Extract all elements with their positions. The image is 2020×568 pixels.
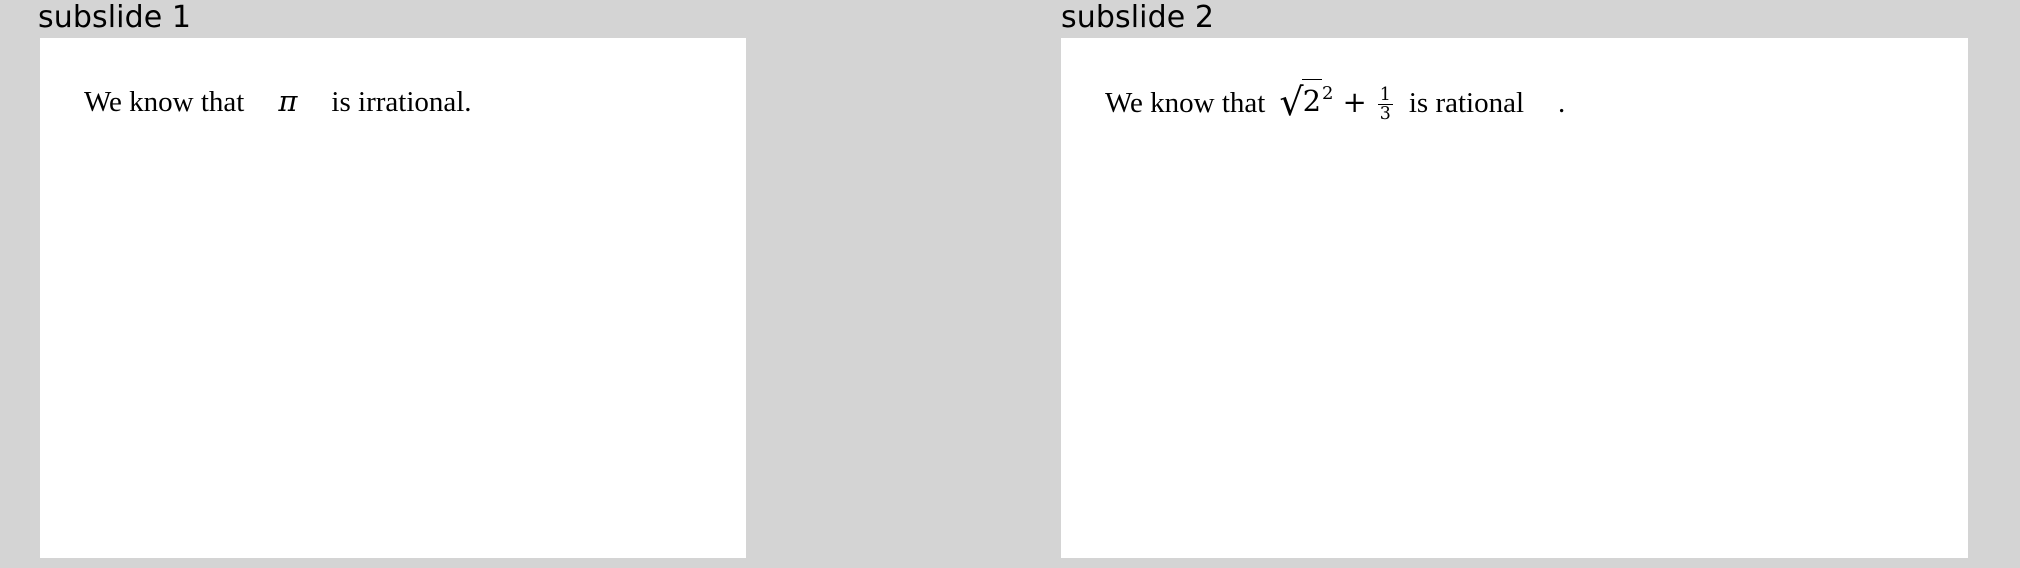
subslide-gallery: subslide 1 We know that π is irrational. s… [0, 0, 2020, 568]
math-expression: √22 +1 3 [1279, 79, 1395, 124]
subslide-1-body: We know that π is irrational. [84, 80, 730, 123]
subslide-2[interactable]: subslide 2 We know that √22 +1 3 is rational… [1021, 0, 1968, 568]
subslide-2-period: . [1558, 87, 1566, 119]
subslide-2-body: We know that √22 +1 3 is rational. [1105, 79, 1952, 124]
subslide-1-trailing-text: is irrational. [331, 86, 472, 118]
subslide-2-slide[interactable]: We know that √22 +1 3 is rational. [1061, 38, 1968, 558]
square-root-icon: √2 [1279, 79, 1323, 124]
subslide-2-trailing-text: is rational [1408, 87, 1525, 119]
subslide-1-label: subslide 1 [38, 0, 192, 35]
radical-sign: √ [1279, 80, 1304, 124]
plus-operator: + [1342, 85, 1367, 119]
subslide-1-slide[interactable]: We know that π is irrational. [40, 38, 746, 558]
radicand: 2 [1301, 79, 1323, 122]
fraction: 13 [1377, 84, 1393, 125]
fraction-numerator: 1 [1379, 84, 1391, 105]
exponent: 2 [1322, 83, 1334, 105]
subslide-2-label: subslide 2 [1061, 0, 1215, 35]
subslide-1[interactable]: subslide 1 We know that π is irrational. [0, 0, 958, 568]
subslide-2-lead-text: We know that [1105, 87, 1266, 119]
subslide-1-lead-text: We know that [84, 86, 245, 118]
fraction-denominator: 3 [1377, 104, 1393, 125]
pi-symbol: π [278, 84, 298, 118]
